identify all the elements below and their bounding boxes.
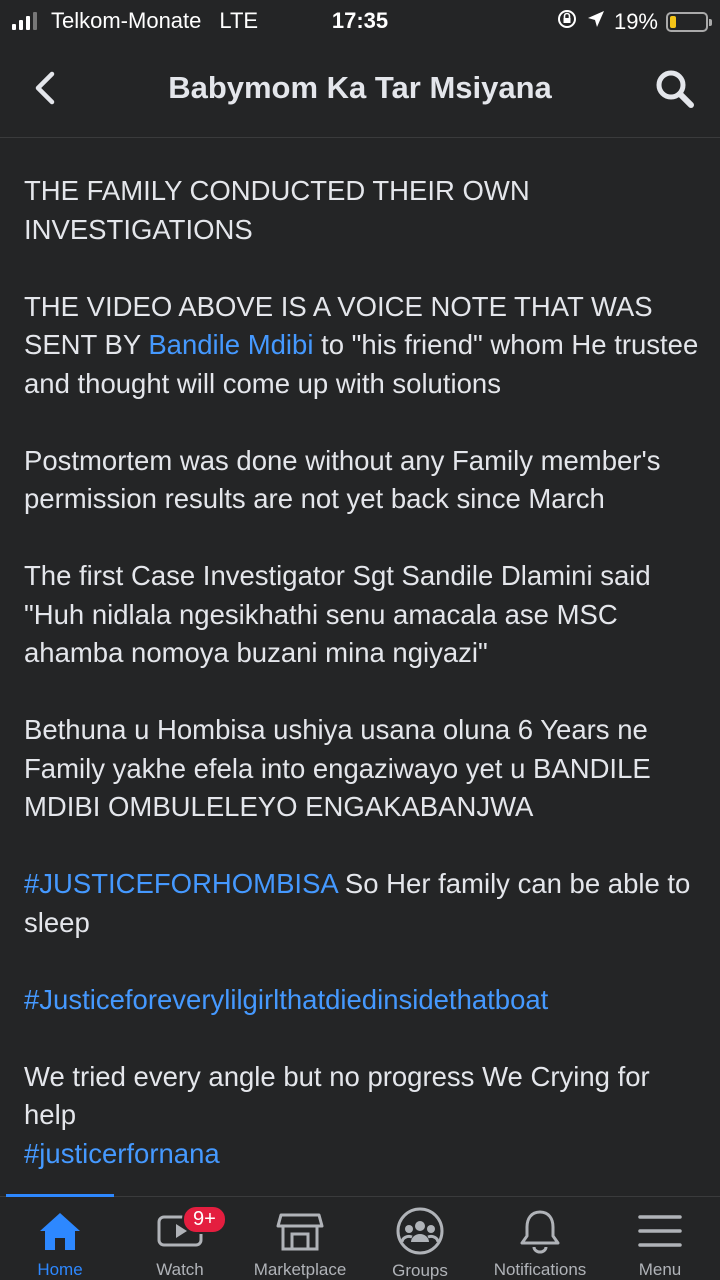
nav-label: Watch bbox=[156, 1260, 204, 1279]
nav-watch[interactable]: 9+ Watch bbox=[120, 1197, 240, 1280]
search-button[interactable] bbox=[650, 64, 700, 114]
nav-label: Groups bbox=[392, 1261, 448, 1280]
location-arrow-icon bbox=[586, 9, 606, 35]
network-type: LTE bbox=[219, 8, 259, 33]
carrier-name: Telkom-Monate bbox=[51, 8, 202, 33]
chevron-left-icon bbox=[35, 71, 55, 105]
groups-icon bbox=[395, 1207, 445, 1255]
nav-notifications[interactable]: Notifications bbox=[480, 1197, 600, 1280]
battery-icon bbox=[666, 12, 712, 32]
app-header: Babymom Ka Tar Msiyana bbox=[0, 40, 720, 138]
bottom-nav: Home 9+ Watch Marketplace Groups Notific… bbox=[0, 1194, 720, 1280]
back-button[interactable] bbox=[22, 62, 68, 114]
signal-icon bbox=[12, 12, 37, 30]
nav-label: Menu bbox=[638, 1260, 682, 1279]
nav-marketplace[interactable]: Marketplace bbox=[240, 1197, 360, 1280]
hashtag-link[interactable]: #JUSTICEFORHOMBISA bbox=[24, 868, 337, 899]
post-paragraph: Postmortem was done without any Family m… bbox=[24, 444, 661, 515]
bell-icon bbox=[518, 1207, 562, 1254]
nav-label: Home bbox=[37, 1260, 83, 1279]
marketplace-icon bbox=[276, 1207, 324, 1254]
post-body: THE FAMILY CONDUCTED THEIR OWN INVESTIGA… bbox=[24, 172, 700, 1200]
post-paragraph: Bethuna u Hombisa ushiya usana oluna 6 Y… bbox=[24, 714, 651, 822]
post-paragraph: The first Case Investigator Sgt Sandile … bbox=[24, 560, 651, 668]
post-paragraph: #justicerfornana bbox=[24, 1135, 700, 1174]
hashtag-link[interactable]: #justicerfornana bbox=[24, 1138, 220, 1169]
status-bar: Telkom-Monate LTE 17:35 19% bbox=[0, 0, 720, 40]
post-paragraph: #Justiceforeverylilgirlthatdiedinsidetha… bbox=[24, 981, 700, 1020]
post-paragraph: THE VIDEO ABOVE IS A VOICE NOTE THAT WAS… bbox=[24, 288, 700, 404]
post-paragraph: #JUSTICEFORHOMBISA So Her family can be … bbox=[24, 865, 700, 942]
nav-groups[interactable]: Groups bbox=[360, 1197, 480, 1280]
profile-link[interactable]: Bandile Mdibi bbox=[148, 329, 313, 360]
nav-label: Marketplace bbox=[253, 1260, 347, 1279]
menu-icon bbox=[637, 1207, 683, 1254]
nav-home[interactable]: Home bbox=[0, 1197, 120, 1280]
page-title: Babymom Ka Tar Msiyana bbox=[168, 70, 552, 105]
orientation-lock-icon bbox=[556, 8, 578, 36]
nav-menu[interactable]: Menu bbox=[600, 1197, 720, 1280]
nav-label: Notifications bbox=[493, 1260, 587, 1279]
home-icon bbox=[37, 1207, 83, 1254]
battery-percent: 19% bbox=[613, 9, 658, 34]
hashtag-link[interactable]: #Justiceforeverylilgirlthatdiedinsidetha… bbox=[24, 984, 548, 1015]
search-icon bbox=[656, 70, 694, 108]
notification-badge: 9+ bbox=[182, 1205, 227, 1234]
post-paragraph: We tried every angle but no progress We … bbox=[24, 1060, 650, 1131]
post-paragraph: THE FAMILY CONDUCTED THEIR OWN INVESTIGA… bbox=[24, 175, 530, 245]
